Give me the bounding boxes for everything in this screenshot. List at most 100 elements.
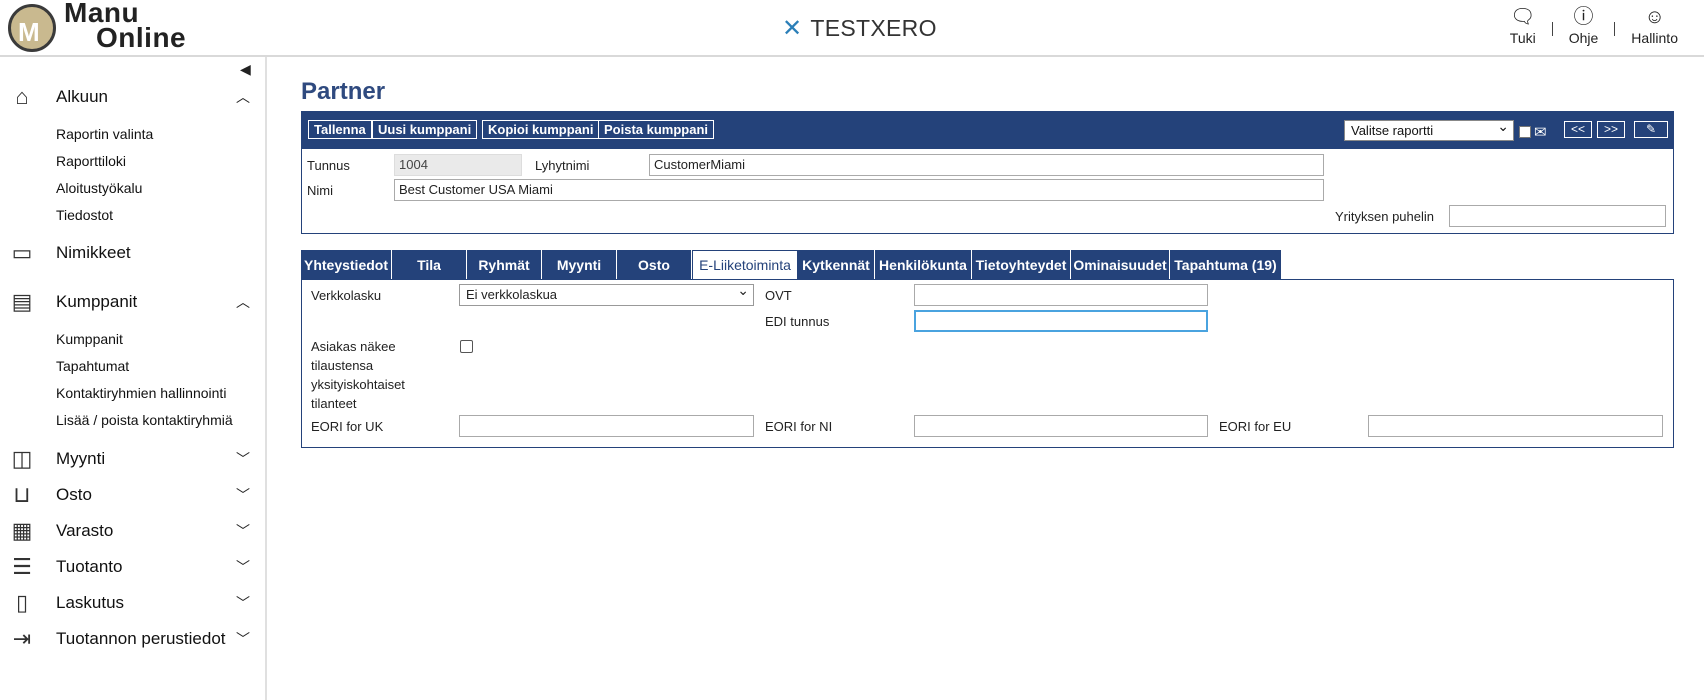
- sidebar-item-varasto[interactable]: ▦ Varasto ﹀: [0, 516, 265, 546]
- document-icon: ▯: [15, 590, 29, 615]
- sidebar-item-kumppanit[interactable]: ▤ Kumppanit ︿: [0, 287, 265, 317]
- einvoice-select[interactable]: Ei verkkolaskua: [459, 282, 754, 306]
- manu-online-logo[interactable]: M Manu Online: [8, 0, 208, 54]
- tab-ominaisuudet[interactable]: Ominaisuudet: [1071, 250, 1170, 279]
- save-button[interactable]: Tallenna: [308, 120, 372, 139]
- edi-id-field[interactable]: [914, 310, 1208, 332]
- sidebar-subitem-tiedostot[interactable]: Tiedostot: [56, 207, 113, 223]
- ovt-field[interactable]: [914, 284, 1208, 306]
- tab-henkilokunta[interactable]: Henkilökunta: [875, 250, 972, 279]
- customer-sees-details-checkbox[interactable]: [460, 340, 473, 353]
- sidebar-item-nimikkeet[interactable]: ▭ Nimikkeet: [0, 238, 265, 268]
- contacts-icon: ▤: [11, 289, 33, 314]
- short-name-label: Lyhytnimi: [535, 158, 590, 173]
- tab-tila[interactable]: Tila: [392, 250, 467, 279]
- database-icon: ☰: [12, 554, 32, 579]
- tab-tapahtuma[interactable]: Tapahtuma (19): [1170, 250, 1282, 279]
- logo-wordmark: Manu Online: [64, 0, 187, 53]
- sidebar-subitem-kumppanit[interactable]: Kumppanit: [56, 331, 123, 347]
- company-phone-label: Yrityksen puhelin: [1335, 209, 1434, 224]
- ovt-label: OVT: [765, 288, 792, 303]
- top-links: 🗨 Tuki ⓘ Ohje ☺ Hallinto: [1494, 6, 1694, 46]
- chevron-down-icon: ﹀: [236, 487, 250, 503]
- next-record-button[interactable]: >>: [1597, 121, 1626, 138]
- environment-brand: ✕ TESTXERO: [782, 14, 937, 43]
- main-content: Partner Tallenna Uusi kumppani Kopioi ku…: [301, 78, 1674, 448]
- collapse-sidebar-icon[interactable]: ◀: [240, 61, 251, 78]
- partner-toolbar: Tallenna Uusi kumppani Kopioi kumppani P…: [301, 111, 1674, 149]
- tab-yhteystiedot[interactable]: Yhteystiedot: [301, 250, 392, 279]
- einvoice-label: Verkkolasku: [311, 288, 382, 303]
- chevron-down-icon: ﹀: [236, 559, 250, 575]
- chevron-down-icon: ﹀: [236, 523, 250, 539]
- sidebar-subitem-raportin-valinta[interactable]: Raportin valinta: [56, 126, 153, 142]
- chevron-down-icon: ﹀: [236, 451, 250, 467]
- help-icon: ⓘ: [1573, 6, 1594, 28]
- eori-ni-label: EORI for NI: [765, 419, 833, 434]
- eori-eu-field[interactable]: [1368, 415, 1663, 437]
- tab-kytkennat[interactable]: Kytkennät: [798, 250, 875, 279]
- top-bar: M Manu Online ✕ TESTXERO 🗨 Tuki ⓘ Ohje ☺…: [0, 0, 1704, 57]
- delete-partner-button[interactable]: Poista kumppani: [598, 120, 715, 139]
- mail-icon[interactable]: ✉: [1534, 123, 1547, 141]
- tab-myynti[interactable]: Myynti: [542, 250, 617, 279]
- eori-uk-field[interactable]: [459, 415, 754, 437]
- admin-link[interactable]: ☺ Hallinto: [1615, 6, 1694, 46]
- tab-ryhmat[interactable]: Ryhmät: [467, 250, 542, 279]
- partner-header-panel: Tunnus 1004 Lyhytnimi CustomerMiami Nimi…: [301, 149, 1674, 234]
- company-phone-field[interactable]: [1449, 205, 1666, 227]
- sidebar: ◀ ⌂ Alkuun ︿ Raportin valinta Raporttilo…: [0, 57, 267, 700]
- sidebar-subitem-raporttiloki[interactable]: Raporttiloki: [56, 153, 126, 169]
- new-partner-button[interactable]: Uusi kumppani: [372, 120, 478, 139]
- eori-ni-field[interactable]: [914, 415, 1208, 437]
- id-label: Tunnus: [307, 158, 350, 173]
- name-label: Nimi: [307, 183, 333, 198]
- wallet-icon: ◫: [11, 446, 33, 471]
- id-field: 1004: [394, 154, 522, 176]
- copy-partner-button[interactable]: Kopioi kumppani: [482, 120, 600, 139]
- eori-eu-label: EORI for EU: [1219, 419, 1292, 434]
- report-checkbox[interactable]: [1519, 126, 1531, 138]
- chevron-up-icon: ︿: [236, 89, 250, 105]
- name-field[interactable]: Best Customer USA Miami: [394, 179, 1324, 201]
- partner-tabs: Yhteystiedot Tila Ryhmät Myynti Osto E-L…: [301, 250, 1282, 279]
- tab-osto[interactable]: Osto: [617, 250, 692, 279]
- sidebar-subitem-tapahtumat[interactable]: Tapahtumat: [56, 358, 129, 374]
- short-name-field[interactable]: CustomerMiami: [649, 154, 1324, 176]
- home-icon: ⌂: [15, 84, 29, 109]
- basket-icon: ⊔: [13, 482, 31, 507]
- user-icon: ☺: [1644, 6, 1665, 28]
- chevron-up-icon: ︿: [236, 294, 250, 310]
- sidebar-item-tuotanto[interactable]: ☰ Tuotanto ﹀: [0, 552, 265, 582]
- exit-icon: ⇥: [12, 626, 32, 651]
- page-title: Partner: [301, 78, 386, 105]
- chat-icon: 🗨: [1510, 6, 1536, 28]
- sidebar-subitem-kontaktiryhmien-hallinnointi[interactable]: Kontaktiryhmien hallinnointi: [56, 385, 226, 401]
- warehouse-icon: ▦: [11, 518, 33, 543]
- chevron-down-icon: ﹀: [236, 631, 250, 647]
- tab-e-liiketoiminta[interactable]: E-Liiketoiminta: [692, 250, 798, 279]
- support-link[interactable]: 🗨 Tuki: [1494, 6, 1552, 46]
- environment-name: TESTXERO: [810, 15, 937, 41]
- chevron-down-icon: ﹀: [236, 595, 250, 611]
- paperclip-icon: ✎: [1645, 122, 1657, 136]
- help-link[interactable]: ⓘ Ohje: [1553, 6, 1615, 46]
- sidebar-item-tuotannon-perustiedot[interactable]: ⇥ Tuotannon perustiedot ﹀: [0, 624, 265, 654]
- customer-sees-details-label: Asiakas näkee tilaustensa yksityiskohtai…: [311, 339, 405, 411]
- report-select[interactable]: Valitse raportti: [1344, 118, 1514, 141]
- attachment-button[interactable]: ✎: [1634, 121, 1668, 138]
- sidebar-subitem-lisaa-poista-kontaktiryhmia[interactable]: Lisää / poista kontaktiryhmiä: [56, 412, 233, 428]
- xero-icon: ✕: [782, 15, 803, 42]
- inbox-icon: ▭: [11, 240, 33, 265]
- sidebar-item-laskutus[interactable]: ▯ Laskutus ﹀: [0, 588, 265, 618]
- sidebar-subitem-aloitustyokalu[interactable]: Aloitustyökalu: [56, 180, 142, 196]
- edi-id-label: EDI tunnus: [765, 314, 830, 329]
- sidebar-item-myynti[interactable]: ◫ Myynti ﹀: [0, 444, 265, 474]
- tab-tietoyhteydet[interactable]: Tietoyhteydet: [972, 250, 1071, 279]
- sidebar-item-alkuun[interactable]: ⌂ Alkuun ︿: [0, 82, 265, 112]
- previous-record-button[interactable]: <<: [1564, 121, 1593, 138]
- sidebar-item-osto[interactable]: ⊔ Osto ﹀: [0, 480, 265, 510]
- ebusiness-panel: Verkkolasku Ei verkkolaskua OVT EDI tunn…: [301, 279, 1674, 448]
- eori-uk-label: EORI for UK: [311, 419, 384, 434]
- logo-mark: M: [8, 4, 56, 52]
